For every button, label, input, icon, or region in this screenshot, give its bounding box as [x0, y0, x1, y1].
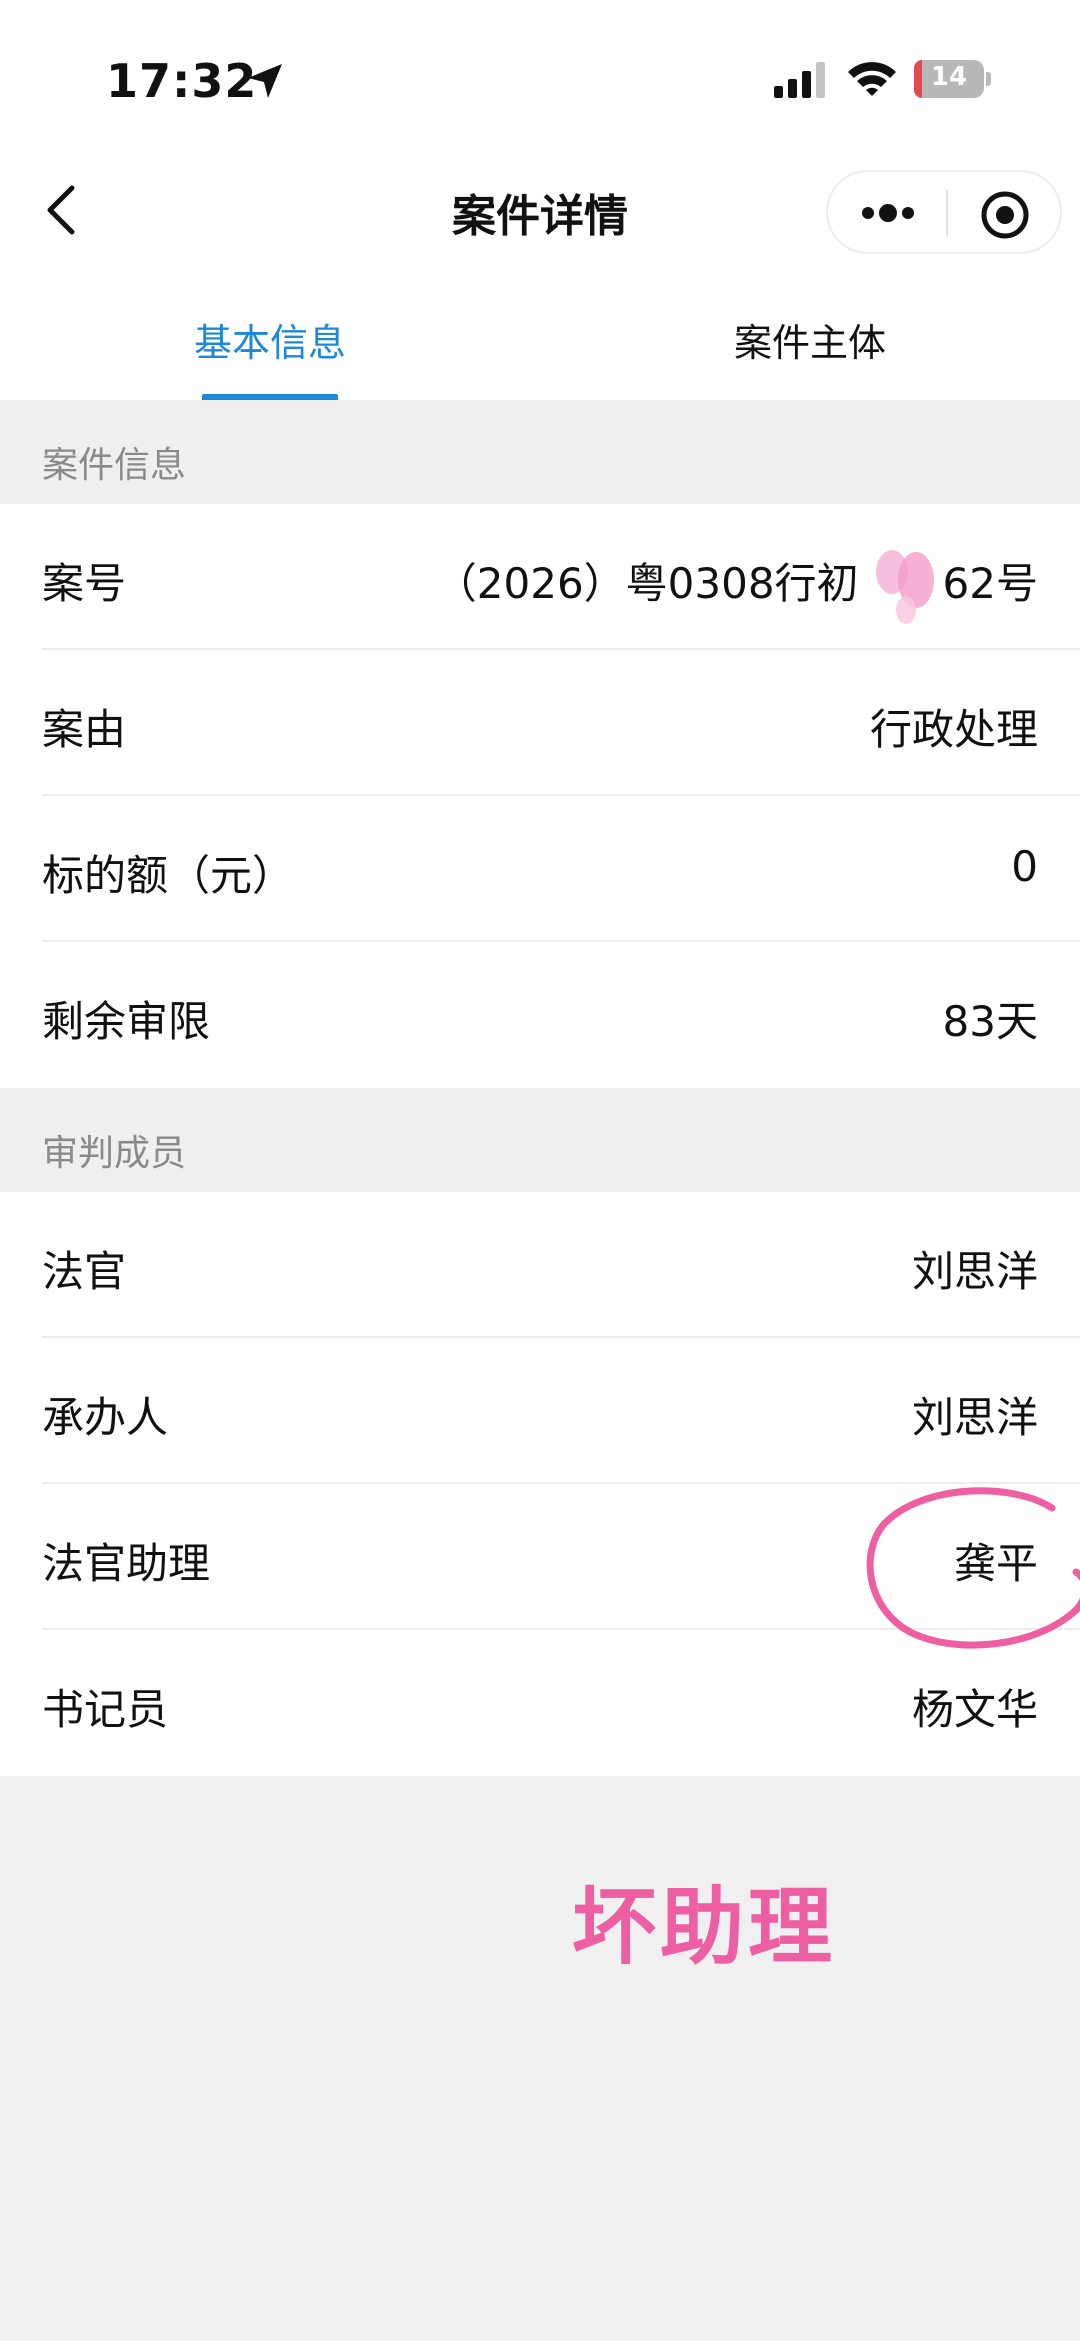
row-claim-amount: 标的额（元） 0: [0, 796, 1080, 942]
row-label: 法官助理: [42, 1539, 211, 1588]
section-header-case-info: 案件信息: [0, 400, 1080, 504]
wifi-icon: [848, 62, 896, 96]
row-label: 法官: [42, 1247, 127, 1296]
location-arrow-icon: [248, 64, 282, 98]
row-remaining-time-limit: 剩余审限 83天: [0, 942, 1080, 1088]
row-value: 杨文华: [911, 1685, 1038, 1734]
redaction-smudge: [876, 550, 934, 624]
more-dots-icon[interactable]: [858, 196, 918, 230]
section-title: 审判成员: [42, 1133, 187, 1174]
mini-program-capsule: [826, 170, 1062, 254]
battery-level: 14: [930, 62, 968, 92]
row-case-cause: 案由 行政处理: [0, 650, 1080, 796]
annotation-text: 坏助理: [572, 1878, 837, 1976]
tab-bar: 基本信息 案件主体: [0, 282, 1080, 402]
navigation-bar: 案件详情: [0, 150, 1080, 270]
status-bar: 17:32 14: [0, 0, 1080, 150]
row-value: 行政处理: [869, 705, 1038, 754]
row-label: 案由: [42, 705, 127, 754]
section-title: 案件信息: [42, 445, 187, 486]
row-value: 0: [1011, 842, 1038, 891]
row-label: 承办人: [42, 1393, 169, 1442]
highlight-circle-mark: [866, 1487, 1080, 1649]
row-label: 案号: [42, 559, 127, 608]
row-value: （2026）粤0308行初 62号: [434, 559, 1038, 608]
tab-basic-info[interactable]: 基本信息: [194, 312, 346, 367]
row-label: 标的额（元）: [42, 851, 295, 900]
status-time: 17:32: [106, 54, 258, 108]
target-icon[interactable]: [980, 190, 1030, 240]
row-undertaker: 承办人 刘思洋: [0, 1338, 1080, 1484]
cellular-signal-icon: [774, 62, 825, 98]
row-label: 书记员: [42, 1685, 169, 1734]
row-value: 刘思洋: [911, 1393, 1038, 1442]
header-area: 17:32 14 案件详情 基本信息 案件主体: [0, 0, 1080, 402]
row-judge: 法官 刘思洋: [0, 1192, 1080, 1338]
row-value: 83天: [942, 997, 1038, 1046]
back-chevron-icon[interactable]: [40, 180, 84, 240]
row-value: 刘思洋: [911, 1247, 1038, 1296]
section-header-trial-members: 审判成员: [0, 1088, 1080, 1192]
row-label: 剩余审限: [42, 997, 211, 1046]
tab-case-subject[interactable]: 案件主体: [734, 312, 886, 367]
battery-icon: 14: [914, 60, 991, 98]
page-title: 案件详情: [452, 191, 628, 242]
case-detail-page: 17:32 14 案件详情 基本信息 案件主体 案件信息 案号 （2026）粤0…: [0, 0, 1080, 2341]
capsule-divider: [946, 190, 948, 236]
